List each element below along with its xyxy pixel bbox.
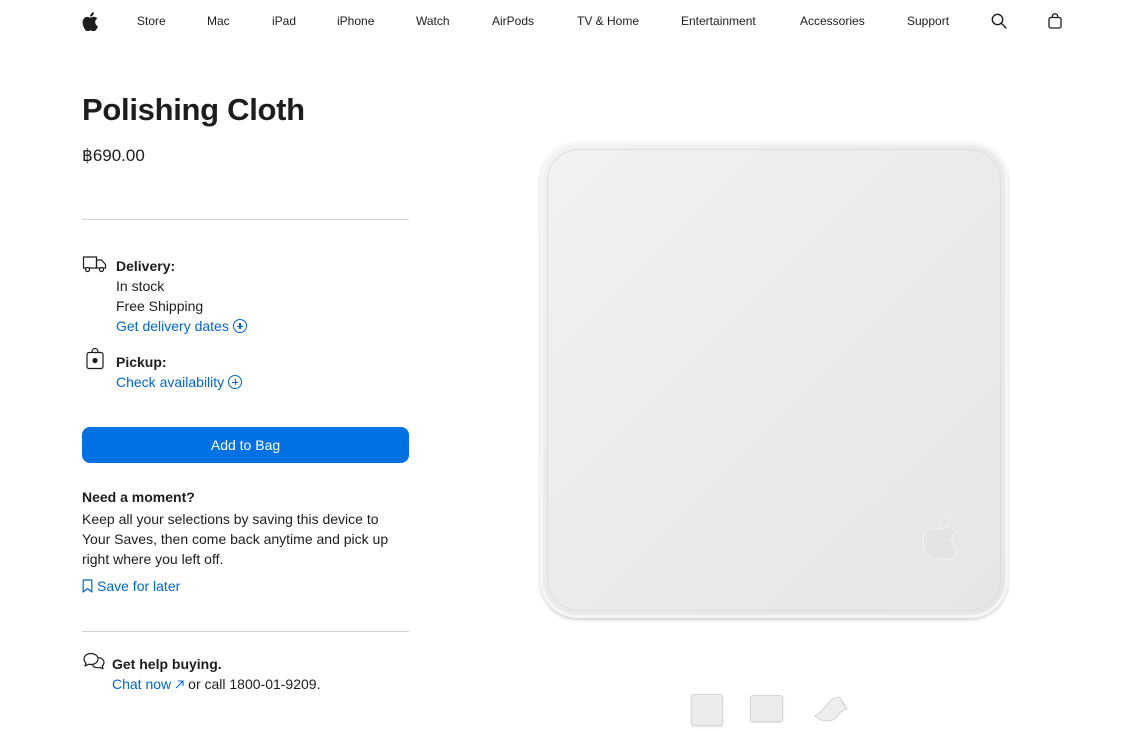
get-delivery-dates-label: Get delivery dates [116, 318, 229, 334]
nav-item-entertainment[interactable]: Entertainment [681, 14, 756, 28]
nav-item-support[interactable]: Support [907, 14, 949, 28]
divider [82, 631, 409, 632]
check-availability-label: Check availability [116, 374, 225, 390]
add-to-bag-button[interactable]: Add to Bag [82, 427, 409, 463]
need-moment-text: Keep all your selections by saving this … [82, 511, 389, 567]
bag-icon[interactable] [1045, 11, 1065, 31]
search-icon[interactable] [989, 11, 1009, 31]
help-title: Get help buying. [112, 656, 222, 672]
nav-item-tv-home[interactable]: TV & Home [577, 14, 639, 28]
store-pickup-icon [86, 347, 112, 374]
nav-item-store[interactable]: Store [137, 14, 166, 28]
product-price: ฿690.00 [82, 146, 145, 165]
delivery-status: In stock [116, 278, 165, 294]
global-nav: Store Mac iPad iPhone Watch AirPods TV &… [0, 0, 1145, 44]
arrow-up-right-icon [175, 679, 184, 689]
embossed-apple-logo [922, 516, 959, 561]
thumbnail-2[interactable] [750, 695, 783, 722]
apple-logo-icon[interactable] [80, 11, 100, 31]
divider [82, 219, 409, 220]
nav-item-iphone[interactable]: iPhone [337, 14, 374, 28]
thumbnail-1[interactable] [691, 694, 723, 726]
chat-bubbles-icon [82, 652, 108, 678]
nav-item-watch[interactable]: Watch [416, 14, 450, 28]
help-call-text: or call 1800-01-9209. [188, 676, 321, 692]
plus-circle-icon [232, 319, 247, 333]
pickup-label: Pickup: [116, 354, 167, 370]
product-image [540, 142, 1010, 620]
help-line: Chat now or call 1800-01-9209. [112, 676, 320, 692]
save-for-later-label: Save for later [97, 578, 181, 594]
bookmark-icon [82, 579, 93, 593]
plus-circle-icon [228, 375, 243, 389]
save-for-later-link[interactable]: Save for later [82, 578, 180, 594]
nav-item-accessories[interactable]: Accessories [800, 14, 865, 28]
product-title: Polishing Cloth [82, 92, 305, 127]
chat-now-link[interactable]: Chat now [112, 676, 171, 692]
get-delivery-dates-link[interactable]: Get delivery dates [116, 318, 247, 334]
delivery-label: Delivery: [116, 258, 176, 274]
polishing-cloth-image [540, 142, 1008, 618]
nav-item-mac[interactable]: Mac [207, 14, 230, 28]
check-availability-link[interactable]: Check availability [116, 374, 243, 390]
need-moment-title: Need a moment? [82, 489, 195, 505]
nav-item-airpods[interactable]: AirPods [492, 14, 534, 28]
delivery-shipping: Free Shipping [116, 298, 204, 314]
thumbnail-3[interactable] [812, 694, 848, 726]
delivery-truck-icon [82, 254, 108, 280]
nav-item-ipad[interactable]: iPad [272, 14, 296, 28]
